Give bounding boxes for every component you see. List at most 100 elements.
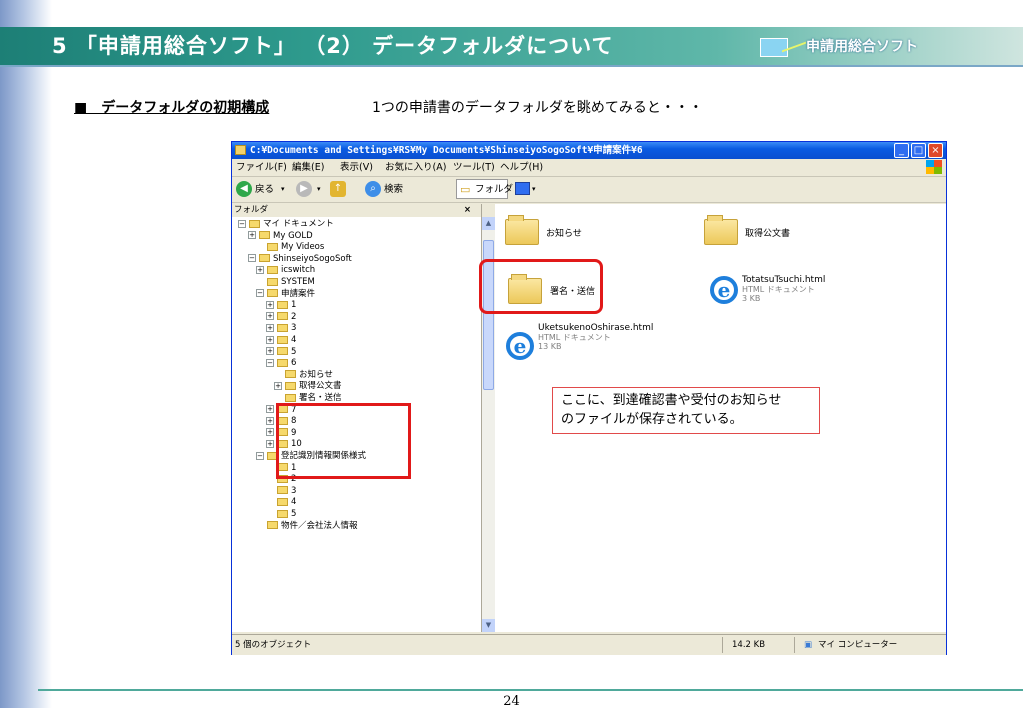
collapse-icon[interactable]: − [256,451,264,460]
menu-view[interactable]: 表示(V) [340,159,373,176]
tree-item[interactable]: 物件／会社法人情報 [256,521,358,532]
menu-tools[interactable]: ツール(T) [453,159,495,176]
folder-icon [267,242,278,251]
highlight-folder-6 [276,403,411,479]
tree-item[interactable]: 3 [266,486,296,497]
tree-item[interactable]: +3 [266,323,296,334]
expand-icon[interactable]: + [266,405,274,414]
logo-text: 申請用総合ソフト [806,39,918,55]
folder-icon [267,289,278,298]
up-folder-icon[interactable]: ↑ [330,181,346,197]
folder-icon [277,323,288,332]
expand-icon[interactable]: + [266,312,274,321]
forward-arrow-icon[interactable]: ▶ [296,181,312,197]
status-size: 14.2 KB [732,640,766,650]
toolbar: ◀ 戻る ▾ ▶ ▾ ↑ ⌕ 検索 ▭ フォルダ ▾ [232,177,946,203]
expand-icon[interactable]: + [248,231,256,240]
back-dropdown-icon[interactable]: ▾ [281,177,285,202]
slide-title: 5 「申請用総合ソフト」 （2） データフォルダについて [52,34,614,58]
window-titlebar[interactable]: C:¥Documents and Settings¥RS¥My Document… [232,142,946,159]
folders-label: フォルダ [475,184,514,195]
window-title: C:¥Documents and Settings¥RS¥My Document… [250,145,643,156]
expand-icon[interactable]: + [266,347,274,356]
file-name: お知らせ [546,229,582,239]
expand-icon[interactable]: + [266,428,274,437]
left-gradient-strip [0,0,52,708]
tree-item[interactable]: − 申請案件 [256,289,315,300]
folders-pane-close-icon[interactable]: × [464,204,471,217]
expand-icon[interactable]: + [266,439,274,448]
folders-toggle-button[interactable]: ▭ フォルダ [456,179,513,199]
tree-item-label: ShinseiyoSogoSoft [273,253,352,264]
folder-icon [259,254,270,263]
folder-icon [277,497,288,506]
folder-icon [285,381,296,390]
ie-icon: e [710,276,738,304]
tree-item[interactable]: −6 [266,358,296,369]
expand-icon[interactable]: + [266,416,274,425]
tree-item-label: 取得公文書 [299,381,342,392]
tree-item[interactable]: +4 [266,335,296,346]
scroll-down-icon[interactable]: ▼ [482,619,495,632]
file-type: HTML ドキュメント [538,333,611,342]
file-size: 13 KB [538,342,562,351]
file-name: UketsukenoOshirase.html [538,323,654,333]
documents-icon [249,219,260,228]
section-heading: ■ データフォルダの初期構成 [74,100,270,116]
callout-note: ここに、到達確認書や受付のお知らせ のファイルが保存されている。 [552,387,820,434]
expand-icon[interactable]: + [256,265,264,274]
tree-item-label: 物件／会社法人情報 [281,520,358,531]
search-icon[interactable]: ⌕ [365,181,381,197]
tree-item[interactable]: お知らせ [274,370,333,381]
scroll-up-icon[interactable]: ▲ [482,217,495,230]
expand-icon[interactable]: + [266,323,274,332]
folder-icon [704,215,738,245]
back-arrow-icon[interactable]: ◀ [236,181,252,197]
tree-item[interactable]: + My GOLD [248,231,313,242]
menu-favorites[interactable]: お気に入り(A) [385,159,446,176]
minimize-button[interactable]: _ [894,143,909,158]
maximize-button[interactable]: □ [911,143,926,158]
tree-item[interactable]: − ShinseiyoSogoSoft [248,254,352,265]
folder-icon [277,509,288,518]
collapse-icon[interactable]: − [266,358,274,367]
computer-icon: ▣ [804,640,813,650]
tree-item-label: お知らせ [299,369,333,380]
slide-title-bar: 5 「申請用総合ソフト」 （2） データフォルダについて 申請用総合ソフト [0,27,1023,65]
collapse-icon[interactable]: − [238,219,246,228]
expand-icon[interactable]: + [266,300,274,309]
folder-icon [277,358,288,367]
forward-dropdown-icon[interactable]: ▾ [317,177,321,202]
menu-file[interactable]: ファイル(F) [236,159,287,176]
folders-pane-header: フォルダ × [232,204,481,217]
menu-edit[interactable]: 編集(E) [292,159,324,176]
title-underline [0,65,1023,67]
tree-item[interactable]: 5 [266,509,296,520]
views-icon[interactable] [515,182,530,195]
tree-item[interactable]: + icswitch [256,265,315,276]
expand-icon[interactable]: + [274,381,282,390]
tree-item-label: 5 [291,346,297,357]
tree-item[interactable]: +2 [266,312,296,323]
menu-help[interactable]: ヘルプ(H) [500,159,543,176]
tree-item[interactable]: 4 [266,497,296,508]
folder-icon [277,335,288,344]
tree-item[interactable]: +5 [266,347,296,358]
back-button[interactable]: 戻る [255,177,274,202]
menu-bar: ファイル(F) 編集(E) 表示(V) お気に入り(A) ツール(T) ヘルプ(… [232,159,946,177]
tree-item[interactable]: − マイ ドキュメント [238,219,334,230]
tree-item[interactable]: My Videos [256,242,324,253]
views-dropdown-icon[interactable]: ▾ [532,177,536,202]
tree-item[interactable]: +1 [266,300,296,311]
tree-item[interactable]: + 取得公文書 [274,381,342,392]
tree-item-label: 3 [291,323,297,334]
expand-icon[interactable]: + [266,335,274,344]
folder-icon [277,486,288,495]
close-button[interactable]: × [928,143,943,158]
status-divider [794,637,795,653]
status-bar: 5 個のオブジェクト 14.2 KB ▣ マイ コンピューター [232,634,946,655]
collapse-icon[interactable]: − [248,254,256,263]
search-button[interactable]: 検索 [384,177,403,202]
tree-item[interactable]: SYSTEM [256,277,315,288]
collapse-icon[interactable]: − [256,289,264,298]
